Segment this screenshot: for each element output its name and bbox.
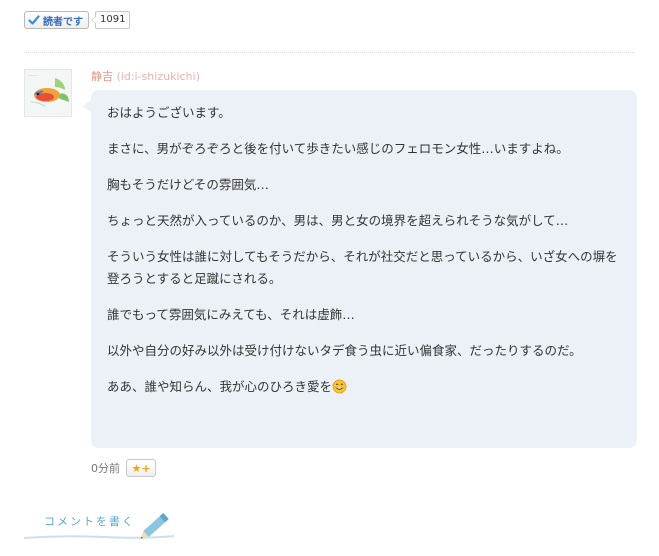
comment-paragraph: そういう女性は誰に対してもそうだから、それが社交だと思っているから、いざ女への塀… xyxy=(107,249,618,286)
divider xyxy=(24,52,635,53)
pencil-icon xyxy=(24,512,175,539)
author-id[interactable]: (id:i-shizukichi) xyxy=(117,70,200,83)
write-comment-link[interactable]: コメントを書く xyxy=(24,505,184,545)
comment-paragraph: 以外や自分の好み以外は受け付けないタデ食う虫に近い偏食家、だったりするのだ。 xyxy=(107,343,582,358)
svg-text:. . . .: . . . . xyxy=(55,111,62,115)
reader-widget: 読者です 1091 xyxy=(24,11,131,29)
comment-paragraph: まさに、男がぞろぞろと後を付いて歩きたい感じのフェロモン女性…いますよね。 xyxy=(107,141,569,156)
reader-button[interactable]: 読者です xyxy=(24,11,89,29)
comment-paragraph-last: ああ、誰や知らん、我が心のひろき愛を xyxy=(107,376,621,398)
comment-meta: 0分前 ★+ xyxy=(91,459,156,477)
avatar[interactable]: . . . . ~~~~ xyxy=(24,69,72,117)
comment-paragraph: 胸もそうだけどその雰囲気… xyxy=(107,177,269,192)
comment-paragraph: おはようございます。 xyxy=(107,105,231,120)
comment-paragraph: ちょっと天然が入っているのか、男は、男と女の境界を超えられそうな気がして… xyxy=(107,213,569,228)
comment-bubble: おはようございます。 まさに、男がぞろぞろと後を付いて歩きたい感じのフェロモン女… xyxy=(83,90,637,448)
svg-text:~~~~: ~~~~ xyxy=(28,73,39,77)
reader-button-label: 読者です xyxy=(43,16,83,28)
smiling-face-emoji-icon xyxy=(332,379,347,394)
comment-last-line: ああ、誰や知らん、我が心のひろき愛を xyxy=(107,379,333,394)
comment-author[interactable]: 静吉 (id:i-shizukichi) xyxy=(91,68,200,84)
add-star-button[interactable]: ★+ xyxy=(126,459,156,477)
check-icon xyxy=(28,15,40,25)
reader-count[interactable]: 1091 xyxy=(90,11,131,29)
fish-illustration-icon: . . . . ~~~~ xyxy=(25,70,71,116)
author-name[interactable]: 静吉 xyxy=(91,70,113,83)
comment-time[interactable]: 0分前 xyxy=(91,460,120,476)
comment-paragraph: 誰でもって雰囲気にみえても、それは虚飾… xyxy=(107,307,355,322)
